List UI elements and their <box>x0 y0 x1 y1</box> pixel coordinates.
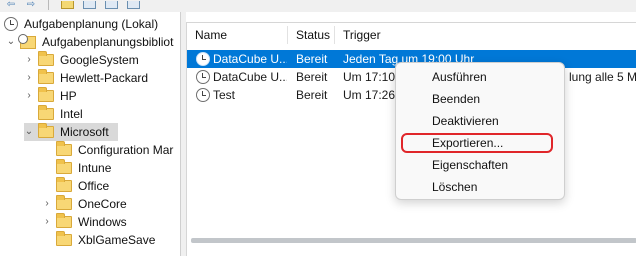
task-name: Test <box>213 88 236 102</box>
chevron-right-icon[interactable]: › <box>42 195 52 213</box>
menu-item-eigenschaften[interactable]: Eigenschaften <box>396 154 564 176</box>
tree-item-intel[interactable]: Intel <box>24 105 83 123</box>
tree-item-windows[interactable]: › Windows <box>42 213 127 231</box>
task-icon <box>196 88 210 102</box>
tree-item-office[interactable]: Office <box>42 177 109 195</box>
menu-item-loeschen[interactable]: Löschen <box>396 176 564 198</box>
folder-icon <box>56 213 72 228</box>
task-trigger: Um 17:10 <box>343 70 396 84</box>
folder-icon <box>38 105 54 120</box>
toolbar: ⇦ ⇨ <box>0 0 636 12</box>
tree-item-label: OneCore <box>78 197 127 211</box>
tree-item-googlesystem[interactable]: › GoogleSystem <box>24 51 139 69</box>
tree-item-label: Office <box>78 179 110 193</box>
back-arrow-icon[interactable]: ⇦ <box>4 0 18 10</box>
task-status: Bereit <box>296 70 328 84</box>
forward-arrow-icon[interactable]: ⇨ <box>24 0 38 10</box>
show-hide-tree-icon[interactable] <box>82 0 96 10</box>
context-menu: Ausführen Beenden Deaktivieren Exportier… <box>395 62 565 200</box>
tree-item-label: Hewlett-Packard <box>60 71 149 85</box>
column-header-name[interactable]: Name <box>187 23 287 47</box>
tree-item-label: Windows <box>78 215 127 229</box>
folder-icon <box>56 231 72 246</box>
tree-item-hewlett-packard[interactable]: › Hewlett-Packard <box>24 69 148 87</box>
folder-icon <box>38 123 54 138</box>
library-folder-icon <box>18 33 36 49</box>
chevron-down-icon[interactable]: ⌄ <box>6 33 16 51</box>
task-trigger: Um 17:26 U <box>343 88 403 102</box>
menu-item-beenden[interactable]: Beenden <box>396 88 564 110</box>
tree-item-label: Intel <box>60 107 83 121</box>
tree-item-intune[interactable]: Intune <box>42 159 111 177</box>
tree-item-label: XblGameSave <box>78 233 156 247</box>
menu-item-deaktivieren[interactable]: Deaktivieren <box>396 110 564 132</box>
task-name: DataCube U... <box>213 52 287 66</box>
chevron-right-icon[interactable]: › <box>42 213 52 231</box>
task-trigger-tail: lung alle 5 Min <box>569 70 636 84</box>
tree-item-hp[interactable]: › HP <box>24 87 77 105</box>
folder-icon <box>38 51 54 66</box>
help-icon[interactable] <box>104 0 118 10</box>
task-scheduler-icon <box>4 17 18 31</box>
tree-library-label: Aufgabenplanungsbibliot <box>42 35 174 49</box>
tree-item-label: Intune <box>78 161 112 175</box>
chevron-right-icon[interactable]: › <box>24 51 34 69</box>
tree-item-xblgamesave[interactable]: XblGameSave <box>42 231 155 249</box>
chevron-right-icon[interactable]: › <box>24 69 34 87</box>
folder-up-icon[interactable] <box>60 0 74 10</box>
tree-item-microsoft[interactable]: ⌄ Microsoft <box>24 123 118 141</box>
task-status: Bereit <box>296 52 328 66</box>
folder-icon <box>56 177 72 192</box>
tree-library[interactable]: ⌄ Aufgabenplanungsbibliot <box>6 33 173 51</box>
highlight-outline <box>401 133 553 153</box>
navigation-tree: Aufgabenplanung (Lokal) ⌄ Aufgabenplanun… <box>0 12 180 256</box>
tree-item-label: Configuration Mar <box>78 143 174 157</box>
task-icon <box>196 70 210 84</box>
tree-item-configuration-manager[interactable]: Configuration Mar <box>42 141 173 159</box>
task-status: Bereit <box>296 88 328 102</box>
chevron-down-icon[interactable]: ⌄ <box>24 123 34 141</box>
tree-item-label: Microsoft <box>60 125 109 139</box>
task-icon <box>196 52 210 66</box>
column-header-status[interactable]: Status <box>288 23 334 47</box>
horizontal-scrollbar[interactable] <box>191 238 636 243</box>
toolbar-separator <box>48 0 49 10</box>
folder-icon <box>56 141 72 156</box>
folder-icon <box>38 87 54 102</box>
folder-icon <box>56 195 72 210</box>
task-name: DataCube U... <box>213 70 287 84</box>
menu-item-ausfuehren[interactable]: Ausführen <box>396 66 564 88</box>
folder-icon <box>38 69 54 84</box>
tree-item-label: GoogleSystem <box>60 53 139 67</box>
action-pane-icon[interactable] <box>126 0 140 10</box>
column-header-trigger[interactable]: Trigger <box>335 23 635 47</box>
tree-item-onecore[interactable]: › OneCore <box>42 195 127 213</box>
chevron-right-icon[interactable]: › <box>24 87 34 105</box>
tree-item-label: HP <box>60 89 77 103</box>
tree-root[interactable]: Aufgabenplanung (Lokal) <box>4 15 158 33</box>
tree-root-label: Aufgabenplanung (Lokal) <box>24 17 159 31</box>
folder-icon <box>56 159 72 174</box>
list-header: Name Status Trigger <box>187 23 636 47</box>
